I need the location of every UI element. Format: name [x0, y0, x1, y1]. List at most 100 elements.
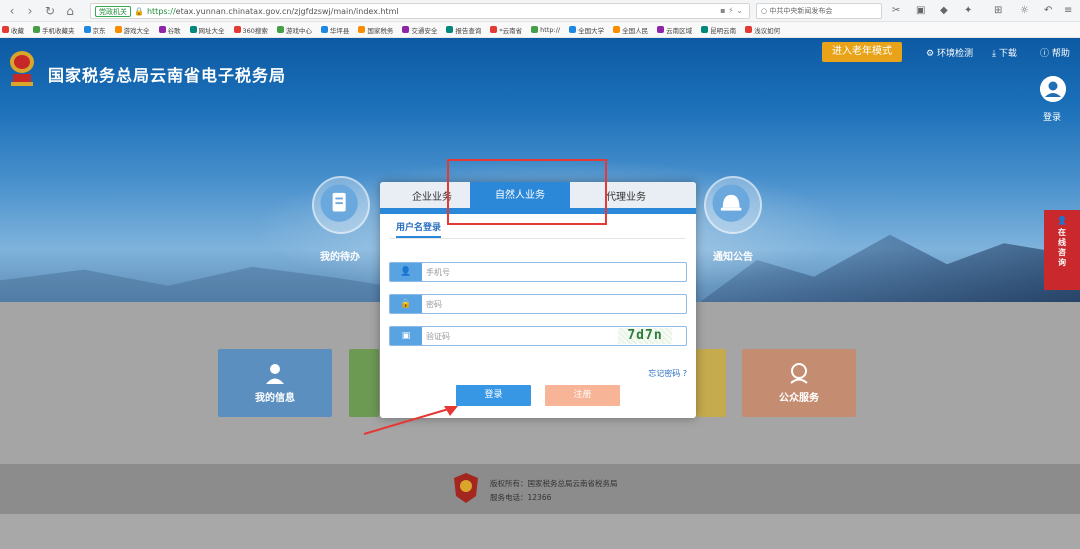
bookmark-favicon-icon	[320, 26, 328, 33]
elder-mode-button[interactable]: 进入老年模式	[822, 42, 902, 62]
bookmark-item[interactable]: *云南省	[490, 25, 522, 35]
bookmark-label: 全国人民	[622, 26, 649, 35]
bookmark-item[interactable]: 游戏大全	[114, 25, 150, 35]
bookmark-label: 游戏中心	[285, 26, 312, 35]
todo-label[interactable]: 我的待办	[320, 248, 360, 263]
bookmark-item[interactable]: 360搜索	[233, 25, 268, 35]
highlight-box	[447, 159, 607, 225]
bookmark-item[interactable]: 报告查询	[446, 25, 481, 35]
url-text: etax.yunnan.chinatax.gov.cn/zjgfdzswj/ma…	[175, 6, 399, 16]
footer-emblem-icon	[454, 473, 478, 503]
bookmark-item[interactable]: 收藏	[2, 25, 24, 35]
bookmark-item[interactable]: 手机收藏夹	[33, 25, 75, 35]
site-title: 国家税务总局云南省电子税务局	[48, 66, 287, 85]
todo-icon[interactable]	[312, 176, 370, 234]
env-check-link[interactable]: ⚙ 环境检测	[926, 46, 973, 59]
bookmark-favicon-icon	[158, 26, 166, 33]
scissors-icon[interactable]: ✂	[892, 4, 900, 18]
my-info-label: 我的信息	[255, 393, 295, 404]
notice-label[interactable]: 通知公告	[713, 248, 753, 263]
bookmark-label: 手机收藏夹	[42, 26, 75, 35]
bookmark-label: 华坪县	[329, 26, 350, 35]
captcha-image[interactable]: 7d7n	[618, 328, 672, 344]
game-icon[interactable]: ✦	[964, 4, 972, 18]
bookmark-favicon-icon	[33, 26, 40, 33]
bookmark-item[interactable]: 云南区域	[657, 25, 692, 35]
notice-icon[interactable]	[704, 176, 762, 234]
tool-icon: ⚙	[926, 49, 937, 59]
bookmark-item[interactable]: 网址大全	[189, 25, 225, 35]
bookmark-label: *云南省	[499, 26, 523, 35]
register-button[interactable]: 注册	[545, 385, 620, 406]
consult-user-icon: 👤	[1057, 216, 1067, 225]
forgot-password-link[interactable]: 忘记密码 ?	[648, 368, 687, 379]
public-service-card[interactable]: 公众服务	[742, 349, 856, 417]
bookmarks-bar: 收藏 手机收藏夹 京东 游戏大全 谷歌 网址大全 360搜索 游戏中心 华坪县 国家税务 交通安全 报…	[0, 22, 1080, 38]
undo-icon[interactable]: ↶	[1044, 4, 1052, 18]
env-check-label: 环境检测	[936, 49, 973, 59]
bookmark-favicon-icon	[613, 26, 621, 33]
bell-icon	[712, 184, 750, 222]
service-icon	[790, 363, 808, 384]
menu-icon[interactable]: ≡	[1064, 4, 1072, 18]
help-label: 帮助	[1051, 49, 1070, 59]
bookmark-favicon-icon	[745, 26, 753, 33]
phone-input[interactable]	[426, 264, 626, 280]
bookmark-label: 报告查询	[455, 26, 482, 35]
lock-icon: 🔒	[134, 6, 144, 16]
bookmark-item[interactable]: http://	[531, 26, 560, 34]
bookmark-item[interactable]: 浅议如何	[745, 25, 780, 35]
captcha-field[interactable]: ▣ 7d7n	[389, 326, 687, 346]
bookmark-favicon-icon	[276, 26, 284, 33]
bookmark-label: 谷歌	[167, 26, 181, 35]
captcha-input[interactable]	[426, 328, 626, 344]
apps-grid-icon[interactable]: ⊞	[994, 4, 1002, 18]
user-avatar-icon[interactable]	[1040, 76, 1066, 102]
address-actions-icon[interactable]: ▪ ⚡ ⌄	[720, 6, 743, 15]
theme-icon[interactable]: ☼	[1020, 4, 1029, 18]
bookmark-item[interactable]: 昆明云南	[701, 25, 736, 35]
password-input[interactable]	[426, 296, 626, 312]
url-protocol: https://	[146, 6, 176, 16]
bookmark-label: 交通安全	[411, 26, 438, 35]
yellow-card[interactable]	[696, 349, 726, 417]
password-field[interactable]: 🔒	[389, 294, 687, 314]
download-label: 下载	[998, 49, 1017, 59]
phone-field[interactable]: 👤	[389, 262, 687, 282]
download-link[interactable]: ⤓ 下载	[992, 46, 1017, 59]
bookmark-item[interactable]: 华坪县	[320, 25, 350, 35]
bookmark-favicon-icon	[358, 26, 366, 33]
home-icon[interactable]: ⌂	[62, 3, 78, 19]
forward-icon[interactable]: ›	[22, 3, 38, 19]
back-icon[interactable]: ‹	[4, 3, 20, 19]
shield-icon[interactable]: ◆	[940, 4, 948, 18]
bookmark-favicon-icon	[114, 26, 122, 33]
bookmark-item[interactable]: 京东	[83, 25, 106, 35]
bookmark-item[interactable]: 国家税务	[358, 25, 393, 35]
subtab-username-login[interactable]: 用户名登录	[396, 220, 442, 238]
online-consult-label: 在线咨询	[1058, 228, 1066, 267]
bookmark-item[interactable]: 游戏中心	[276, 25, 312, 35]
reload-icon[interactable]: ↻	[42, 3, 58, 19]
help-link[interactable]: ⓘ 帮助	[1040, 46, 1070, 59]
bookmark-item[interactable]: 交通安全	[402, 25, 437, 35]
footer-bottom	[0, 514, 1080, 549]
footer-phone: 服务电话：12366	[490, 493, 552, 502]
bookmark-favicon-icon	[189, 26, 197, 33]
bookmark-favicon-icon	[446, 26, 454, 33]
online-consult-tab[interactable]: 👤 在线咨询	[1044, 210, 1080, 290]
bookmark-item[interactable]: 全国大学	[569, 25, 604, 35]
bookmark-favicon-icon	[569, 26, 577, 33]
image-icon: ▣	[390, 327, 422, 345]
bookmark-item[interactable]: 谷歌	[158, 25, 181, 35]
extension-icon[interactable]: ▣	[916, 4, 925, 18]
news-search[interactable]: ○ 中共中央新闻发布会	[756, 3, 882, 19]
bookmark-favicon-icon	[2, 26, 9, 33]
address-bar[interactable]: 党政机关 🔒 https:// etax.yunnan.chinatax.gov…	[90, 3, 750, 19]
bookmark-favicon-icon	[701, 26, 709, 33]
bookmark-item[interactable]: 全国人民	[613, 25, 648, 35]
bookmark-favicon-icon	[83, 26, 91, 33]
my-info-card[interactable]: 我的信息	[218, 349, 332, 417]
bookmark-favicon-icon	[233, 26, 241, 33]
header-login-link[interactable]: 登录	[1043, 110, 1061, 123]
